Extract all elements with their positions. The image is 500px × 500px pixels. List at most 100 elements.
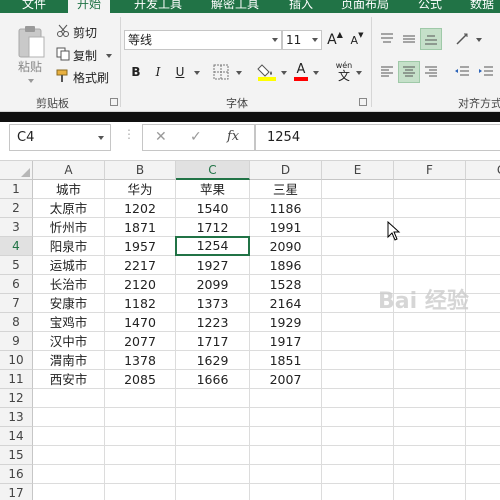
row-header-6[interactable]: 6 bbox=[0, 275, 33, 294]
cell-f1[interactable] bbox=[394, 180, 466, 199]
clipboard-launcher-icon[interactable] bbox=[110, 98, 118, 106]
orientation-button[interactable] bbox=[452, 29, 474, 49]
copy-label[interactable]: 复制 bbox=[73, 47, 97, 64]
align-top-button[interactable] bbox=[377, 29, 397, 49]
row-header-10[interactable]: 10 bbox=[0, 351, 33, 370]
cell-c15[interactable] bbox=[176, 446, 250, 465]
cell-c17[interactable] bbox=[176, 484, 250, 500]
cell-d17[interactable] bbox=[250, 484, 322, 500]
cell-f9[interactable] bbox=[394, 332, 466, 351]
phonetic-dropdown-arrow[interactable] bbox=[356, 71, 362, 75]
cell-g17[interactable] bbox=[466, 484, 500, 500]
cell-g13[interactable] bbox=[466, 408, 500, 427]
worksheet-grid[interactable]: ABCDEFG 1234567891011121314151617 城市华为苹果… bbox=[0, 161, 500, 500]
cell-c14[interactable] bbox=[176, 427, 250, 446]
cell-f17[interactable] bbox=[394, 484, 466, 500]
cell-g4[interactable] bbox=[466, 237, 500, 256]
font-size-select[interactable]: 11 bbox=[282, 30, 322, 50]
cell-a14[interactable] bbox=[33, 427, 105, 446]
cell-g5[interactable] bbox=[466, 256, 500, 275]
row-header-5[interactable]: 5 bbox=[0, 256, 33, 275]
cell-f4[interactable] bbox=[394, 237, 466, 256]
align-right-button[interactable] bbox=[421, 62, 441, 82]
cell-b7[interactable]: 1182 bbox=[105, 294, 176, 313]
cell-c13[interactable] bbox=[176, 408, 250, 427]
cell-a7[interactable]: 安康市 bbox=[33, 294, 105, 313]
cell-g7[interactable] bbox=[466, 294, 500, 313]
name-box[interactable]: C4 bbox=[9, 124, 111, 151]
cell-e14[interactable] bbox=[322, 427, 394, 446]
cell-g6[interactable] bbox=[466, 275, 500, 294]
cell-a9[interactable]: 汉中市 bbox=[33, 332, 105, 351]
cell-b16[interactable] bbox=[105, 465, 176, 484]
cell-a15[interactable] bbox=[33, 446, 105, 465]
formula-input[interactable]: 1254 bbox=[255, 124, 500, 151]
cell-e13[interactable] bbox=[322, 408, 394, 427]
row-header-13[interactable]: 13 bbox=[0, 408, 33, 427]
cell-f14[interactable] bbox=[394, 427, 466, 446]
cell-b13[interactable] bbox=[105, 408, 176, 427]
cell-c2[interactable]: 1540 bbox=[176, 199, 250, 218]
cell-d16[interactable] bbox=[250, 465, 322, 484]
cell-c6[interactable]: 2099 bbox=[176, 275, 250, 294]
cell-d13[interactable] bbox=[250, 408, 322, 427]
cell-g11[interactable] bbox=[466, 370, 500, 389]
enter-icon[interactable]: ✓ bbox=[190, 129, 202, 145]
cell-c11[interactable]: 1666 bbox=[176, 370, 250, 389]
cell-d9[interactable]: 1917 bbox=[250, 332, 322, 351]
cell-b12[interactable] bbox=[105, 389, 176, 408]
format-painter-label[interactable]: 格式刷 bbox=[73, 69, 109, 86]
cell-e2[interactable] bbox=[322, 199, 394, 218]
cell-c16[interactable] bbox=[176, 465, 250, 484]
borders-dropdown-arrow[interactable] bbox=[236, 71, 242, 75]
cell-d8[interactable]: 1929 bbox=[250, 313, 322, 332]
cell-d10[interactable]: 1851 bbox=[250, 351, 322, 370]
cell-f11[interactable] bbox=[394, 370, 466, 389]
column-header-a[interactable]: A bbox=[33, 161, 105, 180]
cell-a5[interactable]: 运城市 bbox=[33, 256, 105, 275]
paste-dropdown-arrow[interactable] bbox=[28, 79, 34, 83]
row-header-14[interactable]: 14 bbox=[0, 427, 33, 446]
copy-dropdown-arrow[interactable] bbox=[106, 54, 112, 58]
cell-c1[interactable]: 苹果 bbox=[176, 180, 250, 199]
cell-g15[interactable] bbox=[466, 446, 500, 465]
borders-icon[interactable] bbox=[210, 64, 232, 80]
cell-f13[interactable] bbox=[394, 408, 466, 427]
insert-function-icon[interactable]: fx bbox=[227, 129, 239, 144]
cell-d6[interactable]: 1528 bbox=[250, 275, 322, 294]
paste-icon[interactable] bbox=[16, 23, 46, 63]
align-center-button[interactable] bbox=[398, 61, 420, 83]
cell-b4[interactable]: 1957 bbox=[105, 237, 176, 256]
row-header-1[interactable]: 1 bbox=[0, 180, 33, 199]
row-header-15[interactable]: 15 bbox=[0, 446, 33, 465]
cell-e17[interactable] bbox=[322, 484, 394, 500]
underline-dropdown-arrow[interactable] bbox=[194, 71, 200, 75]
cell-f12[interactable] bbox=[394, 389, 466, 408]
cell-f8[interactable] bbox=[394, 313, 466, 332]
cell-b9[interactable]: 2077 bbox=[105, 332, 176, 351]
align-middle-button[interactable] bbox=[399, 29, 419, 49]
cell-b3[interactable]: 1871 bbox=[105, 218, 176, 237]
tab-file[interactable]: 文件 bbox=[22, 0, 46, 13]
tab-data[interactable]: 数据 bbox=[470, 0, 494, 13]
cell-a8[interactable]: 宝鸡市 bbox=[33, 313, 105, 332]
row-header-16[interactable]: 16 bbox=[0, 465, 33, 484]
cell-a17[interactable] bbox=[33, 484, 105, 500]
cell-c12[interactable] bbox=[176, 389, 250, 408]
cell-g1[interactable] bbox=[466, 180, 500, 199]
cell-f5[interactable] bbox=[394, 256, 466, 275]
align-left-button[interactable] bbox=[377, 62, 397, 82]
column-header-e[interactable]: E bbox=[322, 161, 394, 180]
bold-button[interactable]: B bbox=[128, 63, 144, 81]
cell-c5[interactable]: 1927 bbox=[176, 256, 250, 275]
decrease-indent-button[interactable] bbox=[452, 62, 472, 82]
cell-d4[interactable]: 2090 bbox=[250, 237, 322, 256]
tab-insert[interactable]: 插入 bbox=[289, 0, 313, 13]
cell-c7[interactable]: 1373 bbox=[176, 294, 250, 313]
cell-d14[interactable] bbox=[250, 427, 322, 446]
cell-a2[interactable]: 太原市 bbox=[33, 199, 105, 218]
row-header-2[interactable]: 2 bbox=[0, 199, 33, 218]
row-header-4[interactable]: 4 bbox=[0, 237, 33, 256]
cell-a1[interactable]: 城市 bbox=[33, 180, 105, 199]
scissors-icon[interactable] bbox=[56, 24, 70, 38]
